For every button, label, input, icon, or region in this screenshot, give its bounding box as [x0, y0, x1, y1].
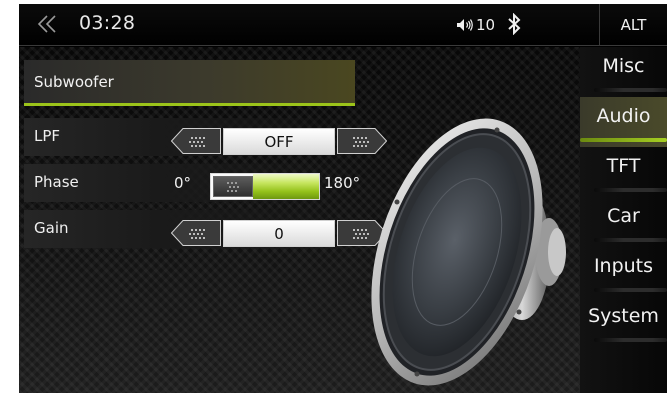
- sidebar-divider: [594, 238, 667, 242]
- sidebar-divider: [594, 288, 667, 292]
- sidebar-item-tft[interactable]: TFT: [580, 147, 667, 197]
- grip-icon: [227, 182, 239, 192]
- volume-icon: [457, 19, 473, 31]
- section-title: Subwoofer: [34, 73, 114, 91]
- sidebar-divider: [594, 188, 667, 192]
- alt-label: ALT: [620, 16, 647, 34]
- gain-value-text: 0: [274, 224, 284, 243]
- bluetooth-icon: [508, 13, 521, 35]
- sidebar-divider: [594, 338, 667, 342]
- section-header: Subwoofer: [24, 60, 355, 106]
- phase-max-label: 180°: [324, 174, 361, 192]
- settings-panel: Subwoofer LPF OFF Phase 0° 180° Gain 0: [19, 47, 580, 393]
- gain-label: Gain: [34, 219, 69, 237]
- sidebar-item-system[interactable]: System: [580, 297, 667, 347]
- gain-decrease-button[interactable]: [171, 220, 221, 246]
- clock: 03:28: [79, 12, 136, 34]
- phase-min-label: 0°: [174, 174, 192, 192]
- back-chevron-icon[interactable]: [35, 10, 61, 38]
- gain-value: 0: [223, 220, 335, 247]
- sidebar: Misc Audio TFT Car Inputs System: [580, 47, 667, 393]
- sidebar-item-label: Misc: [602, 55, 645, 77]
- phase-slider[interactable]: [210, 173, 320, 200]
- lpf-label: LPF: [34, 127, 61, 145]
- lpf-value: OFF: [223, 128, 335, 155]
- lpf-decrease-button[interactable]: [171, 128, 221, 154]
- volume-indicator: 10: [456, 16, 495, 34]
- phase-slider-fill: [253, 174, 319, 199]
- volume-value: 10: [476, 16, 496, 34]
- head-unit-screen: 03:28 10 ALT Subwoofer LPF OFF Phase 0° …: [19, 4, 667, 393]
- sidebar-item-label: TFT: [606, 155, 641, 177]
- sidebar-item-misc[interactable]: Misc: [580, 47, 667, 97]
- sidebar-item-label: Audio: [596, 105, 651, 127]
- status-bar: 03:28 10 ALT: [19, 4, 667, 46]
- sidebar-divider: [594, 88, 667, 92]
- alt-button[interactable]: ALT: [599, 4, 667, 46]
- sidebar-item-inputs[interactable]: Inputs: [580, 247, 667, 297]
- sidebar-active-indicator: [580, 138, 667, 142]
- gain-row: Gain 0: [24, 210, 387, 248]
- sidebar-item-audio[interactable]: Audio: [580, 97, 667, 147]
- sidebar-item-label: System: [588, 305, 659, 327]
- lpf-row: LPF OFF: [24, 118, 387, 156]
- sidebar-item-label: Inputs: [593, 255, 654, 277]
- phase-slider-thumb[interactable]: [213, 176, 253, 197]
- phase-label: Phase: [34, 173, 79, 191]
- sidebar-item-label: Car: [607, 205, 640, 227]
- lpf-value-text: OFF: [264, 132, 294, 151]
- subwoofer-illustration: [371, 118, 566, 386]
- sidebar-item-car[interactable]: Car: [580, 197, 667, 247]
- phase-row: Phase 0° 180°: [24, 164, 360, 202]
